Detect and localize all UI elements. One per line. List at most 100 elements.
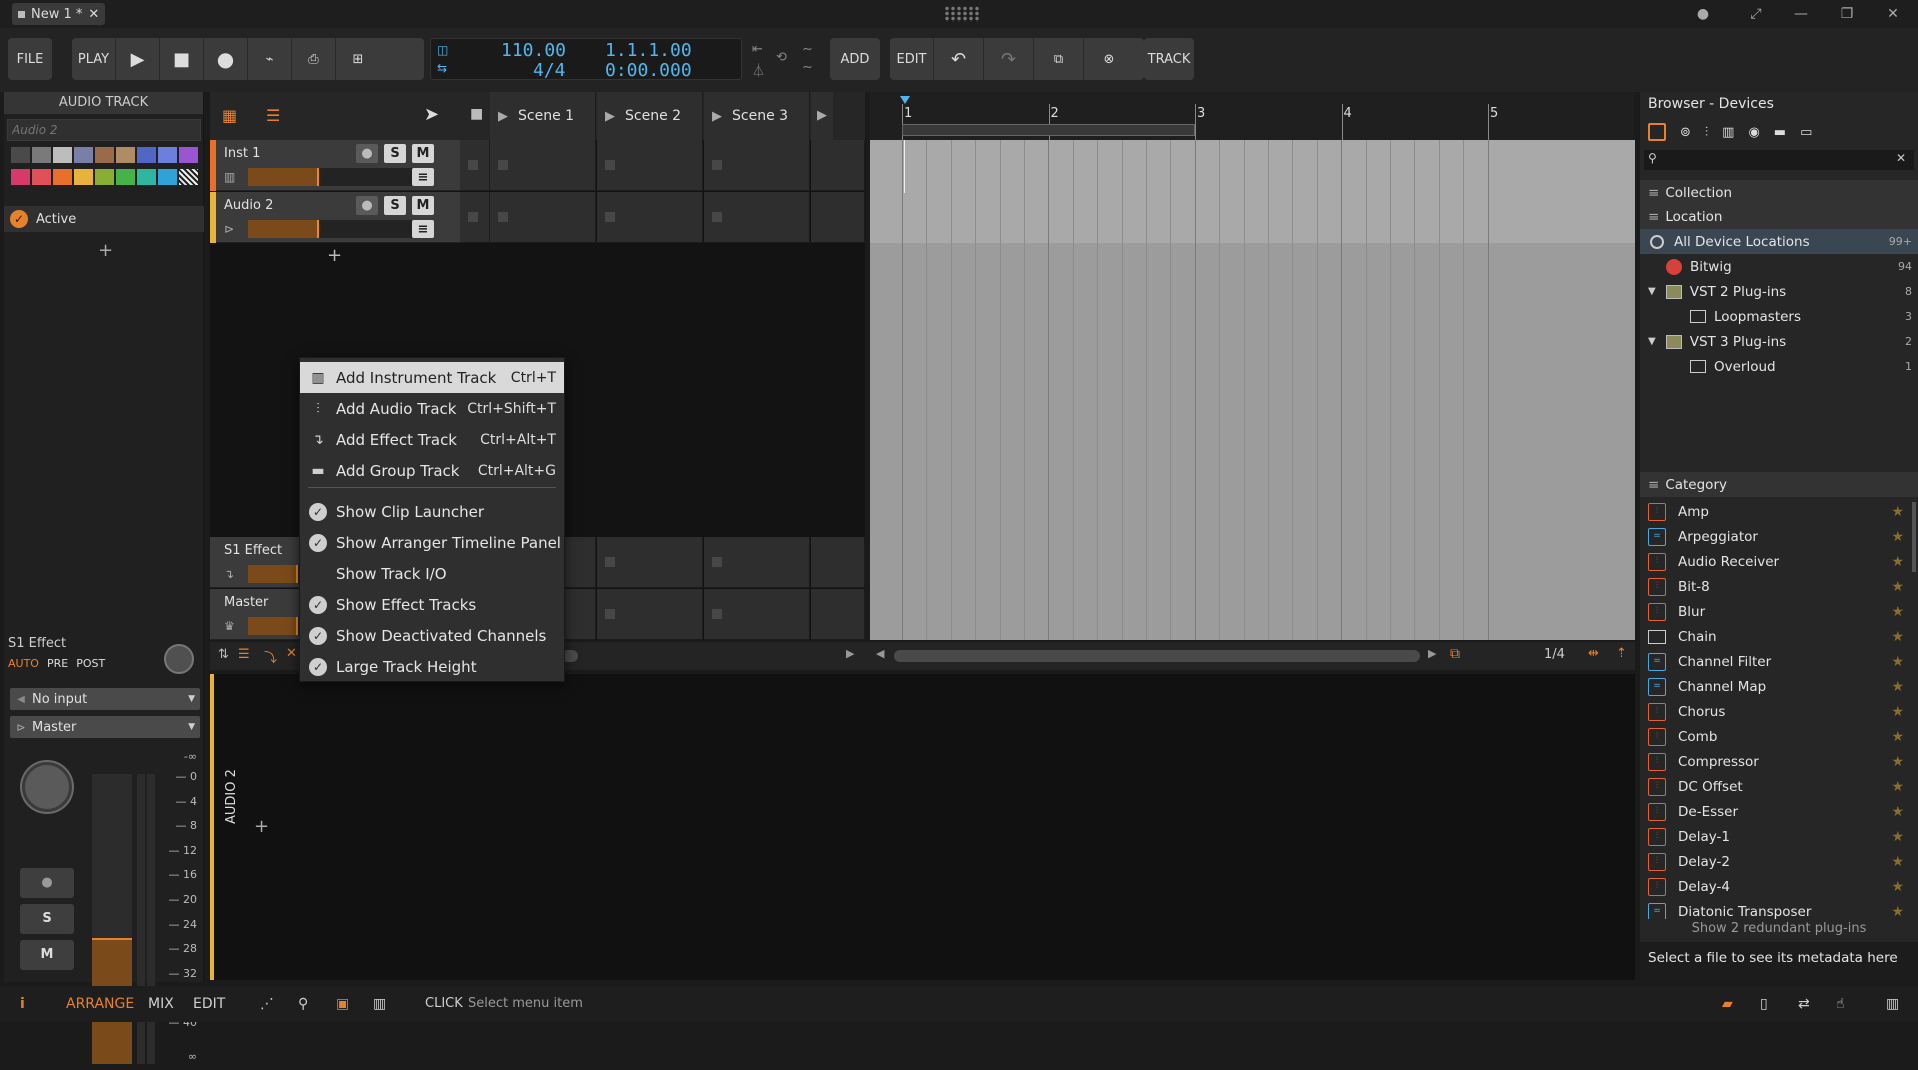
mode-pre[interactable]: PRE xyxy=(47,657,68,670)
tracks-toggle-icon[interactable]: ☰ xyxy=(238,647,250,662)
inspector-mute-button[interactable]: M xyxy=(20,940,74,970)
color-swatch[interactable] xyxy=(53,169,72,185)
metronome-icon[interactable]: ⏃ xyxy=(752,60,765,79)
category-item[interactable]: Chain ★ xyxy=(1640,624,1910,649)
arm-button[interactable]: ● xyxy=(20,868,74,898)
mute-button[interactable]: M xyxy=(412,144,434,163)
location-item[interactable]: Bitwig 94 xyxy=(1640,254,1918,279)
favorite-star-icon[interactable]: ★ xyxy=(1891,904,1904,920)
color-swatch[interactable] xyxy=(74,169,93,185)
category-item[interactable]: ⫶ Delay-1 ★ xyxy=(1640,824,1910,849)
category-item[interactable]: ⫶ Compressor ★ xyxy=(1640,749,1910,774)
color-swatch[interactable] xyxy=(116,147,135,163)
clear-icon[interactable]: ✕ xyxy=(286,646,297,661)
clip-slot[interactable] xyxy=(704,537,810,588)
scene-launch-icon[interactable]: ▶ xyxy=(605,109,615,124)
position-time-display[interactable]: 0:00.000 xyxy=(605,60,692,81)
favorite-star-icon[interactable]: ★ xyxy=(1891,554,1904,570)
undo-button[interactable]: ↶ xyxy=(934,38,984,80)
inspector-solo-button[interactable]: S xyxy=(20,904,74,934)
favorite-star-icon[interactable]: ★ xyxy=(1891,529,1904,545)
keyboard-icon[interactable]: ▥ xyxy=(1886,986,1899,1022)
scene-header-2[interactable]: ▶ Scene 2 xyxy=(597,92,703,140)
color-swatch[interactable] xyxy=(158,169,177,185)
favorite-star-icon[interactable]: ★ xyxy=(1891,504,1904,520)
location-item[interactable]: ▼ VST 2 Plug-ins 8 xyxy=(1640,279,1918,304)
timeline-scrollbar[interactable] xyxy=(894,650,1420,662)
solo-button[interactable]: S xyxy=(384,196,406,215)
close-window-icon[interactable]: ✕ xyxy=(1880,4,1906,24)
track-name-field[interactable] xyxy=(7,119,201,141)
pointer-tool-icon[interactable]: ➤ xyxy=(424,104,439,125)
clip-slot[interactable] xyxy=(597,589,703,640)
track-io-slot[interactable] xyxy=(811,192,865,243)
category-item[interactable]: ⫶ Delay-4 ★ xyxy=(1640,874,1910,899)
active-toggle[interactable]: ✓ Active xyxy=(4,206,204,232)
multisamples-tab-icon[interactable]: ▥ xyxy=(1722,125,1734,140)
category-item[interactable]: = Channel Map ★ xyxy=(1640,674,1910,699)
clip-slot[interactable] xyxy=(597,537,703,588)
menu-item-add-effect-track[interactable]: ↴ Add Effect Track Ctrl+Alt+T xyxy=(300,424,564,455)
location-header[interactable]: ≡ Location xyxy=(1640,204,1918,229)
music-tab-icon[interactable]: ◉ xyxy=(1748,125,1759,140)
record-arm-button[interactable]: ● xyxy=(356,144,378,163)
document-tab[interactable]: New 1 * ✕ xyxy=(12,3,106,25)
scroll-left-icon[interactable]: ◀ xyxy=(876,647,884,660)
zoom-fit-icon[interactable]: ⇹ xyxy=(1588,646,1599,661)
tempo-display[interactable]: 110.00 xyxy=(501,40,566,61)
menu-toggle-large-track-height[interactable]: ✓ Large Track Height xyxy=(300,651,564,682)
scene-header-3[interactable]: ▶ Scene 3 xyxy=(704,92,810,140)
track-io-slot[interactable] xyxy=(811,537,865,588)
touch-icon[interactable]: ☝ xyxy=(1836,986,1845,1022)
fullscreen-icon[interactable]: ⤢ xyxy=(1743,4,1769,24)
automation-write-button[interactable]: ⌁ xyxy=(248,38,292,80)
samples-tab-icon[interactable]: ⫶ xyxy=(1705,125,1708,140)
color-swatch[interactable] xyxy=(11,169,30,185)
modulation-icon[interactable]: ⚲ xyxy=(298,986,308,1022)
duplicate-button[interactable]: ⧉ xyxy=(1034,38,1084,80)
mixer-panel-icon[interactable]: ▥ xyxy=(373,986,386,1022)
record-button[interactable]: ● xyxy=(204,38,248,80)
mute-button[interactable]: M xyxy=(412,196,434,215)
menu-toggle-show-clip-launcher[interactable]: ✓ Show Clip Launcher xyxy=(300,496,564,527)
color-swatch[interactable] xyxy=(158,147,177,163)
edit-button[interactable]: EDIT xyxy=(890,38,934,80)
scroll-right-icon-2[interactable]: ▶ xyxy=(1428,647,1436,660)
scroll-right-icon[interactable]: ▶ xyxy=(846,647,854,660)
track-stop-slot[interactable] xyxy=(460,140,490,191)
time-signature-display[interactable]: 4/4 xyxy=(533,60,566,81)
fold-icon[interactable]: ⤵ xyxy=(264,647,277,666)
redundant-plugins-link[interactable]: Show 2 redundant plug-ins xyxy=(1640,921,1918,936)
category-item[interactable]: ⫶ Comb ★ xyxy=(1640,724,1910,749)
color-swatch[interactable] xyxy=(137,147,156,163)
shuffle-icon[interactable]: ⇅ xyxy=(218,647,229,662)
clip-launcher-view-icon[interactable]: ▦ xyxy=(222,106,237,125)
follow-icon[interactable]: ⧉ xyxy=(1450,646,1460,662)
input-selector[interactable]: ◀ No input ▼ xyxy=(10,688,200,710)
record-arm-button[interactable]: ● xyxy=(356,196,378,215)
favorite-star-icon[interactable]: ★ xyxy=(1891,579,1904,595)
redo-button[interactable]: ↷ xyxy=(984,38,1034,80)
mapping-icon[interactable]: ⇄ xyxy=(1798,986,1810,1022)
menu-toggle-show-track-i-o[interactable]: Show Track I/O xyxy=(300,558,564,589)
category-item[interactable]: ⫶ Bit-8 ★ xyxy=(1640,574,1910,599)
category-item[interactable]: = Diatonic Transposer ★ xyxy=(1640,899,1910,919)
browser-search[interactable]: ⚲ ✕ xyxy=(1644,150,1914,170)
expand-arrow-icon[interactable]: ▼ xyxy=(1648,286,1656,297)
solo-button[interactable]: S xyxy=(384,144,406,163)
favorite-star-icon[interactable]: ★ xyxy=(1891,629,1904,645)
clip-slot[interactable] xyxy=(490,140,596,191)
position-bars-display[interactable]: 1.1.1.00 xyxy=(605,40,692,61)
add-track-button[interactable]: + xyxy=(327,245,342,266)
color-swatch[interactable] xyxy=(74,147,93,163)
favorite-star-icon[interactable]: ★ xyxy=(1891,754,1904,770)
inspector-panel-icon[interactable]: ▣ xyxy=(336,986,349,1022)
track-io-slot[interactable] xyxy=(811,589,865,640)
category-item[interactable]: ⫶ DC Offset ★ xyxy=(1640,774,1910,799)
clear-search-icon[interactable]: ✕ xyxy=(1896,151,1906,165)
stop-all-clips-icon[interactable]: ■ xyxy=(470,106,483,122)
clip-slot[interactable] xyxy=(490,192,596,243)
pan-knob[interactable] xyxy=(22,762,72,812)
category-item[interactable]: ⫶ Delay-2 ★ xyxy=(1640,849,1910,874)
favorite-star-icon[interactable]: ★ xyxy=(1891,879,1904,895)
